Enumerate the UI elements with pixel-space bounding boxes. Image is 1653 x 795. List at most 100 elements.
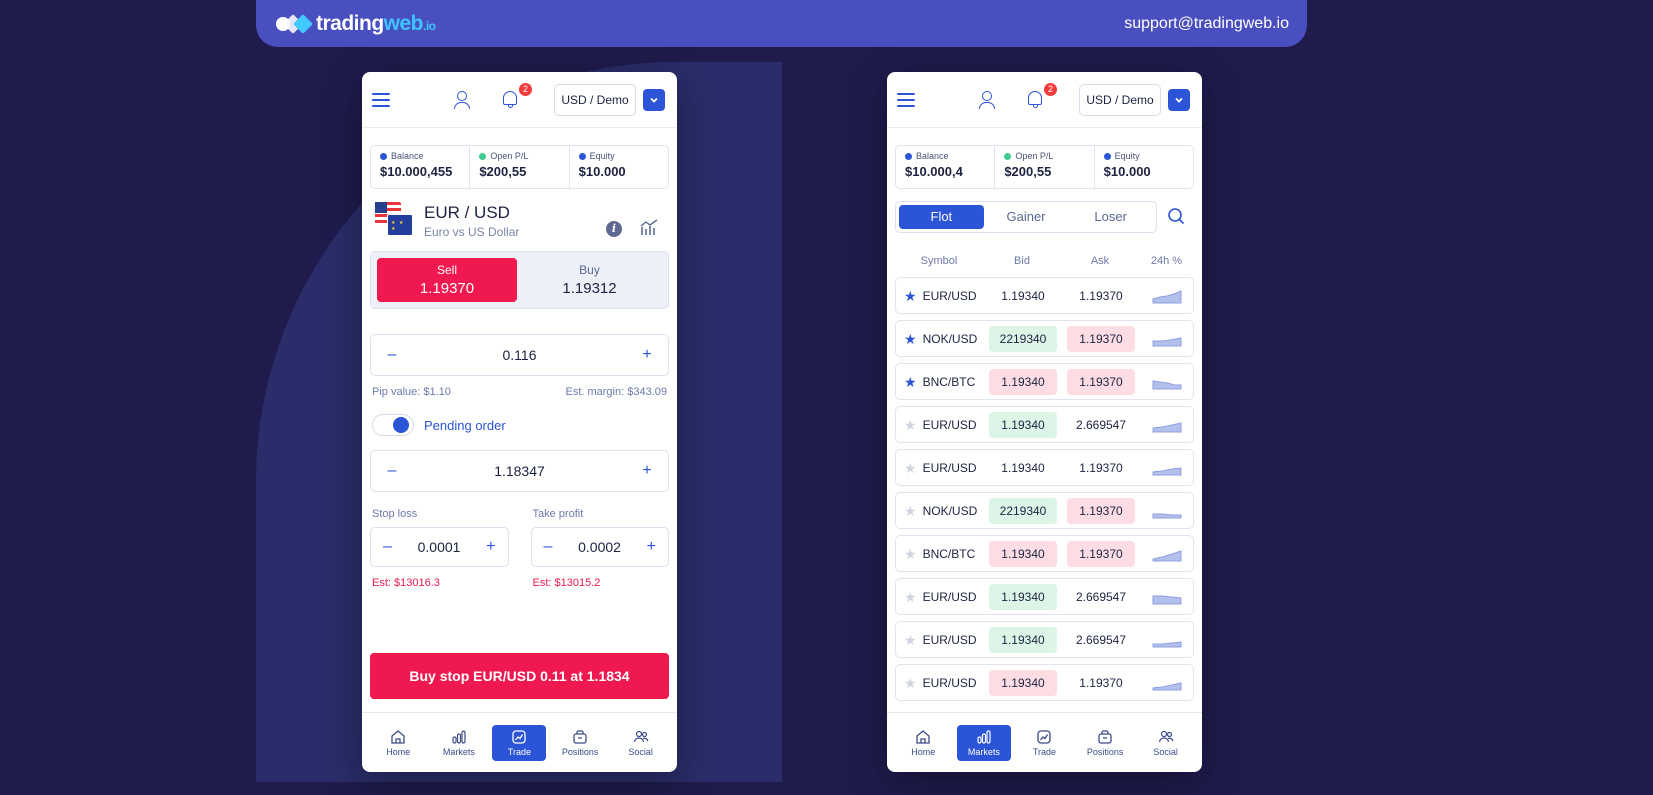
bid-price[interactable]: 1.19340 [989,669,1057,696]
ask-cell: 1.19370 [1062,497,1140,524]
change-cell [1140,417,1193,433]
menu-icon[interactable] [372,92,390,107]
star-icon[interactable]: ★ [904,590,917,604]
ask-price[interactable]: 1.19370 [1067,540,1135,567]
stop-loss-stepper: – 0.0001 + [370,527,509,567]
markets-icon [977,729,991,744]
tab-trade[interactable]: Trade [492,724,547,761]
amount-value[interactable]: 0.116 [503,347,537,363]
filter-gainer[interactable]: Gainer [984,205,1069,229]
ask-price[interactable]: 2.669547 [1067,412,1135,438]
star-icon[interactable]: ★ [904,461,917,475]
market-row[interactable]: ★ NOK/USD 2219340 1.19370 [895,492,1194,529]
star-icon[interactable]: ★ [904,504,917,518]
star-icon[interactable]: ★ [904,332,917,346]
support-email-link[interactable]: support@tradingweb.io [1124,15,1289,33]
tab-positions[interactable]: Positions [1078,725,1132,761]
sparkline-icon [1152,681,1181,690]
tab-home[interactable]: Home [371,725,425,761]
ask-price[interactable]: 1.19370 [1067,283,1135,309]
market-row[interactable]: ★ EUR/USD 1.19340 1.19370 [895,449,1194,486]
bid-price[interactable]: 1.19340 [989,455,1057,481]
take-profit-label: Take profit [532,508,584,520]
bell-icon[interactable] [1027,91,1043,110]
equity-dot [578,152,586,160]
logo[interactable]: tradingweb.io [276,12,436,36]
ask-price[interactable]: 1.19370 [1067,670,1135,696]
account-selector[interactable]: USD / Demo [1079,84,1161,116]
stop-loss-plus-button[interactable]: + [486,538,495,556]
tab-markets[interactable]: Markets [432,725,486,761]
tab-markets[interactable]: Markets [956,724,1011,761]
market-row[interactable]: ★ EUR/USD 1.19340 2.669547 [895,621,1194,658]
amount-minus-button[interactable]: – [385,346,399,364]
tab-home[interactable]: Home [896,725,950,761]
pending-price-value[interactable]: 1.18347 [494,463,545,479]
tab-social[interactable]: Social [614,725,668,761]
ask-price[interactable]: 1.19370 [1067,455,1135,481]
ask-price[interactable]: 1.19370 [1067,325,1135,352]
stop-loss-minus-button[interactable]: – [383,538,392,556]
account-stats: Balance $10.000,4 Open P/L $200,55 Equity $… [895,145,1194,189]
tab-trade[interactable]: Trade [1017,725,1071,761]
sparkline-icon [1152,379,1181,389]
chevron-down-icon[interactable] [1168,89,1190,111]
bid-price[interactable]: 1.19340 [989,626,1057,653]
bid-price[interactable]: 1.19340 [989,411,1057,438]
chart-icon[interactable] [640,219,658,237]
bid-price[interactable]: 1.19340 [989,283,1057,309]
market-row[interactable]: ★ EUR/USD 1.19340 2.669547 [895,578,1194,615]
star-icon[interactable]: ★ [904,289,917,303]
ask-price[interactable]: 1.19370 [1067,368,1135,395]
ask-price[interactable]: 2.669547 [1067,584,1135,610]
chevron-down-icon[interactable] [643,89,665,111]
bid-cell: 1.19340 [984,583,1062,610]
info-icon[interactable]: i [606,221,622,237]
market-row[interactable]: ★ EUR/USD 1.19340 2.669547 [895,406,1194,443]
star-icon[interactable]: ★ [904,418,917,432]
star-icon[interactable]: ★ [904,375,917,389]
tab-positions[interactable]: Positions [553,725,607,761]
market-row[interactable]: ★ BNC/BTC 1.19340 1.19370 [895,363,1194,400]
bid-price[interactable]: 2219340 [989,325,1057,352]
bid-price[interactable]: 1.19340 [989,368,1057,395]
bell-icon[interactable] [502,91,518,110]
bid-price[interactable]: 1.19340 [989,583,1057,610]
stop-loss-value[interactable]: 0.0001 [418,539,461,555]
filter-loser[interactable]: Loser [1068,205,1153,229]
sell-button[interactable]: Sell 1.19370 [377,258,517,302]
user-icon[interactable] [979,91,995,110]
ask-cell: 1.19370 [1062,325,1140,352]
place-order-button[interactable]: Buy stop EUR/USD 0.11 at 1.1834 [370,653,669,699]
star-icon[interactable]: ★ [904,633,917,647]
pair-description: Euro vs US Dollar [424,225,520,239]
menu-icon[interactable] [897,92,915,107]
stat-open-pl: Open P/L $200,55 [995,146,1095,188]
pending-plus-button[interactable]: + [640,462,654,480]
star-icon[interactable]: ★ [904,547,917,561]
take-profit-minus-button[interactable]: – [544,538,553,556]
take-profit-plus-button[interactable]: + [647,538,656,556]
user-icon[interactable] [454,91,470,110]
market-row[interactable]: ★ NOK/USD 2219340 1.19370 [895,320,1194,357]
tab-social[interactable]: Social [1139,725,1193,761]
change-cell [1140,503,1193,519]
buy-button[interactable]: Buy 1.19312 [517,258,662,302]
ask-price[interactable]: 2.669547 [1067,627,1135,653]
bid-price[interactable]: 1.19340 [989,540,1057,567]
bid-price[interactable]: 2219340 [989,497,1057,524]
pending-order-toggle[interactable] [372,414,414,436]
search-icon[interactable] [1167,207,1185,225]
amount-plus-button[interactable]: + [640,346,654,364]
ask-price[interactable]: 1.19370 [1067,497,1135,524]
account-selector[interactable]: USD / Demo [554,84,636,116]
account-stats: Balance $10.000,455 Open P/L $200,55 Equit… [370,145,669,189]
bid-cell: 1.19340 [984,455,1062,481]
market-row[interactable]: ★ BNC/BTC 1.19340 1.19370 [895,535,1194,572]
market-row[interactable]: ★ EUR/USD 1.19340 1.19370 [895,664,1194,701]
market-row[interactable]: ★ EUR/USD 1.19340 1.19370 [895,277,1194,314]
pending-minus-button[interactable]: – [385,462,399,480]
filter-flot[interactable]: Flot [899,205,984,229]
star-icon[interactable]: ★ [904,676,917,690]
take-profit-value[interactable]: 0.0002 [578,539,621,555]
